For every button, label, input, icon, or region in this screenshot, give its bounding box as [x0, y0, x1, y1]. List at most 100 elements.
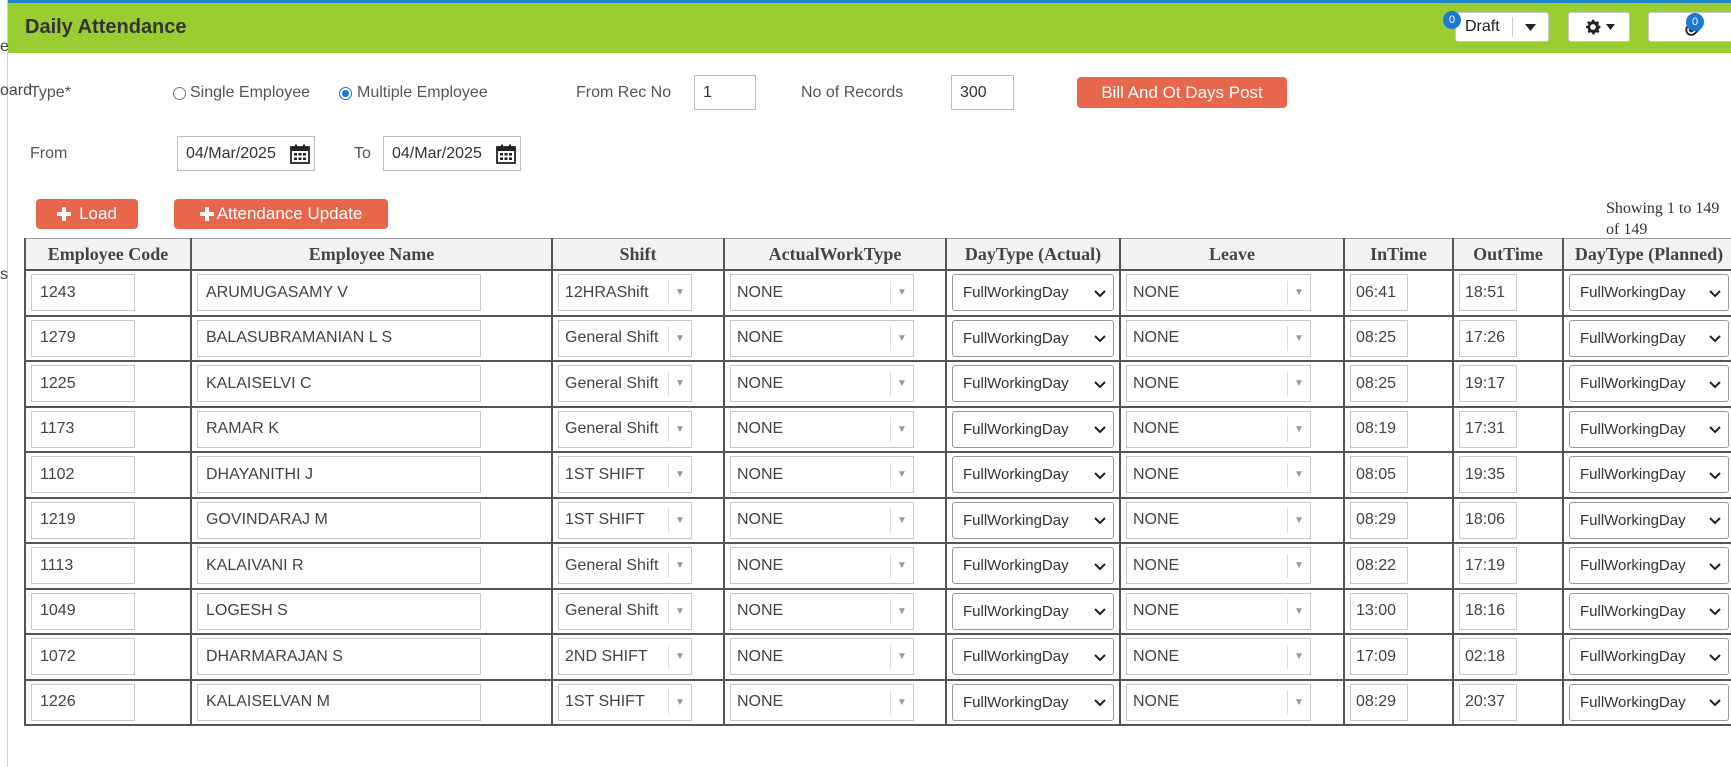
col-header-out-time[interactable]: OutTime	[1452, 238, 1564, 271]
col-header-leave[interactable]: Leave	[1119, 238, 1345, 271]
in-time-input[interactable]: 08:25	[1350, 365, 1408, 403]
in-time-input[interactable]: 06:41	[1350, 274, 1408, 312]
employee-name-input[interactable]: KALAIVANI R	[197, 547, 481, 585]
employee-code-input[interactable]: 1049	[31, 592, 135, 630]
single-employee-radio[interactable]	[173, 87, 186, 100]
day-type-planned-select[interactable]: FullWorkingDay	[1569, 683, 1729, 721]
actual-work-type-combobox[interactable]: NONE ▼	[730, 683, 914, 721]
no-of-records-input[interactable]: 300	[951, 75, 1014, 110]
shift-combobox[interactable]: 1ST SHIFT ▼	[558, 456, 692, 494]
chevron-down-icon[interactable]: ▼	[890, 644, 913, 669]
employee-code-input[interactable]: 1113	[31, 547, 135, 585]
leave-combobox[interactable]: NONE ▼	[1126, 456, 1311, 494]
chevron-down-icon[interactable]: ▼	[890, 599, 913, 624]
in-time-input[interactable]: 08:05	[1350, 456, 1408, 494]
employee-code-input[interactable]: 1072	[31, 638, 135, 676]
out-time-input[interactable]: 19:35	[1459, 456, 1517, 494]
chevron-down-icon[interactable]: ▼	[668, 371, 691, 396]
bill-and-ot-days-post-button[interactable]: Bill And Ot Days Post	[1077, 77, 1287, 108]
collapsed-sidebar[interactable]	[0, 0, 8, 767]
chevron-down-icon[interactable]: ▼	[668, 462, 691, 487]
leave-combobox[interactable]: NONE ▼	[1126, 410, 1311, 448]
employee-name-input[interactable]: RAMAR K	[197, 410, 481, 448]
day-type-actual-select[interactable]: FullWorkingDay	[952, 319, 1114, 357]
col-header-in-time[interactable]: InTime	[1343, 238, 1454, 271]
out-time-input[interactable]: 17:19	[1459, 547, 1517, 585]
shift-combobox[interactable]: 1ST SHIFT ▼	[558, 683, 692, 721]
out-time-input[interactable]: 17:26	[1459, 319, 1517, 357]
chevron-down-icon[interactable]: ▼	[1287, 280, 1310, 305]
chevron-down-icon[interactable]: ▼	[668, 326, 691, 351]
in-time-input[interactable]: 17:09	[1350, 638, 1408, 676]
day-type-actual-select[interactable]: FullWorkingDay	[952, 592, 1114, 630]
shift-combobox[interactable]: 2ND SHIFT ▼	[558, 638, 692, 676]
chevron-down-icon[interactable]: ▼	[890, 508, 913, 533]
chevron-down-icon[interactable]: ▼	[1287, 508, 1310, 533]
chevron-down-icon[interactable]: ▼	[1287, 599, 1310, 624]
col-header-employee-name[interactable]: Employee Name	[190, 238, 553, 271]
leave-combobox[interactable]: NONE ▼	[1126, 319, 1311, 357]
actual-work-type-combobox[interactable]: NONE ▼	[730, 592, 914, 630]
chevron-down-icon[interactable]: ▼	[890, 690, 913, 715]
employee-code-input[interactable]: 1225	[31, 365, 135, 403]
employee-name-input[interactable]: KALAISELVI C	[197, 365, 481, 403]
shift-combobox[interactable]: General Shift ▼	[558, 319, 692, 357]
employee-code-input[interactable]: 1173	[31, 410, 135, 448]
day-type-actual-select[interactable]: FullWorkingDay	[952, 274, 1114, 312]
chevron-down-icon[interactable]: ▼	[890, 417, 913, 442]
day-type-planned-select[interactable]: FullWorkingDay	[1569, 319, 1729, 357]
actual-work-type-combobox[interactable]: NONE ▼	[730, 274, 914, 312]
settings-button[interactable]	[1568, 12, 1630, 42]
chevron-down-icon[interactable]: ▼	[890, 371, 913, 396]
day-type-actual-select[interactable]: FullWorkingDay	[952, 365, 1114, 403]
employee-code-input[interactable]: 1243	[31, 274, 135, 312]
leave-combobox[interactable]: NONE ▼	[1126, 547, 1311, 585]
out-time-input[interactable]: 20:37	[1459, 683, 1517, 721]
chevron-down-icon[interactable]: ▼	[1287, 690, 1310, 715]
day-type-planned-select[interactable]: FullWorkingDay	[1569, 592, 1729, 630]
chevron-down-icon[interactable]: ▼	[1287, 553, 1310, 578]
chevron-down-icon[interactable]: ▼	[668, 553, 691, 578]
in-time-input[interactable]: 08:19	[1350, 410, 1408, 448]
actual-work-type-combobox[interactable]: NONE ▼	[730, 638, 914, 676]
chevron-down-icon[interactable]: ▼	[890, 326, 913, 351]
attendance-update-button[interactable]: Attendance Update	[174, 199, 388, 229]
employee-name-input[interactable]: DHAYANITHI J	[197, 456, 481, 494]
single-employee-label[interactable]: Single Employee	[190, 84, 310, 102]
leave-combobox[interactable]: NONE ▼	[1126, 274, 1311, 312]
chevron-down-icon[interactable]: ▼	[890, 553, 913, 578]
load-button[interactable]: Load	[36, 199, 138, 229]
shift-combobox[interactable]: 1ST SHIFT ▼	[558, 501, 692, 539]
day-type-planned-select[interactable]: FullWorkingDay	[1569, 365, 1729, 403]
out-time-input[interactable]: 18:51	[1459, 274, 1517, 312]
to-date-input[interactable]: 04/Mar/2025	[383, 136, 521, 171]
day-type-planned-select[interactable]: FullWorkingDay	[1569, 410, 1729, 448]
leave-combobox[interactable]: NONE ▼	[1126, 683, 1311, 721]
shift-combobox[interactable]: General Shift ▼	[558, 365, 692, 403]
multiple-employee-label[interactable]: Multiple Employee	[357, 84, 488, 102]
employee-name-input[interactable]: LOGESH S	[197, 592, 481, 630]
chevron-down-icon[interactable]: ▼	[668, 508, 691, 533]
employee-code-input[interactable]: 1279	[31, 319, 135, 357]
in-time-input[interactable]: 08:29	[1350, 501, 1408, 539]
chevron-down-icon[interactable]: ▼	[668, 417, 691, 442]
multiple-employee-radio[interactable]	[339, 87, 352, 100]
calendar-icon[interactable]	[496, 144, 516, 164]
employee-name-input[interactable]: GOVINDARAJ M	[197, 501, 481, 539]
draft-dropdown-button[interactable]: Draft	[1455, 12, 1549, 42]
shift-combobox[interactable]: General Shift ▼	[558, 547, 692, 585]
col-header-day-type-actual[interactable]: DayType (Actual)	[945, 238, 1121, 271]
day-type-actual-select[interactable]: FullWorkingDay	[952, 547, 1114, 585]
chevron-down-icon[interactable]: ▼	[1287, 371, 1310, 396]
chevron-down-icon[interactable]: ▼	[668, 280, 691, 305]
actual-work-type-combobox[interactable]: NONE ▼	[730, 319, 914, 357]
leave-combobox[interactable]: NONE ▼	[1126, 365, 1311, 403]
in-time-input[interactable]: 13:00	[1350, 592, 1408, 630]
chevron-down-icon[interactable]: ▼	[668, 690, 691, 715]
col-header-shift[interactable]: Shift	[551, 238, 725, 271]
employee-code-input[interactable]: 1226	[31, 683, 135, 721]
employee-code-input[interactable]: 1219	[31, 501, 135, 539]
chevron-down-icon[interactable]: ▼	[890, 280, 913, 305]
day-type-actual-select[interactable]: FullWorkingDay	[952, 638, 1114, 676]
chevron-down-icon[interactable]: ▼	[1287, 644, 1310, 669]
